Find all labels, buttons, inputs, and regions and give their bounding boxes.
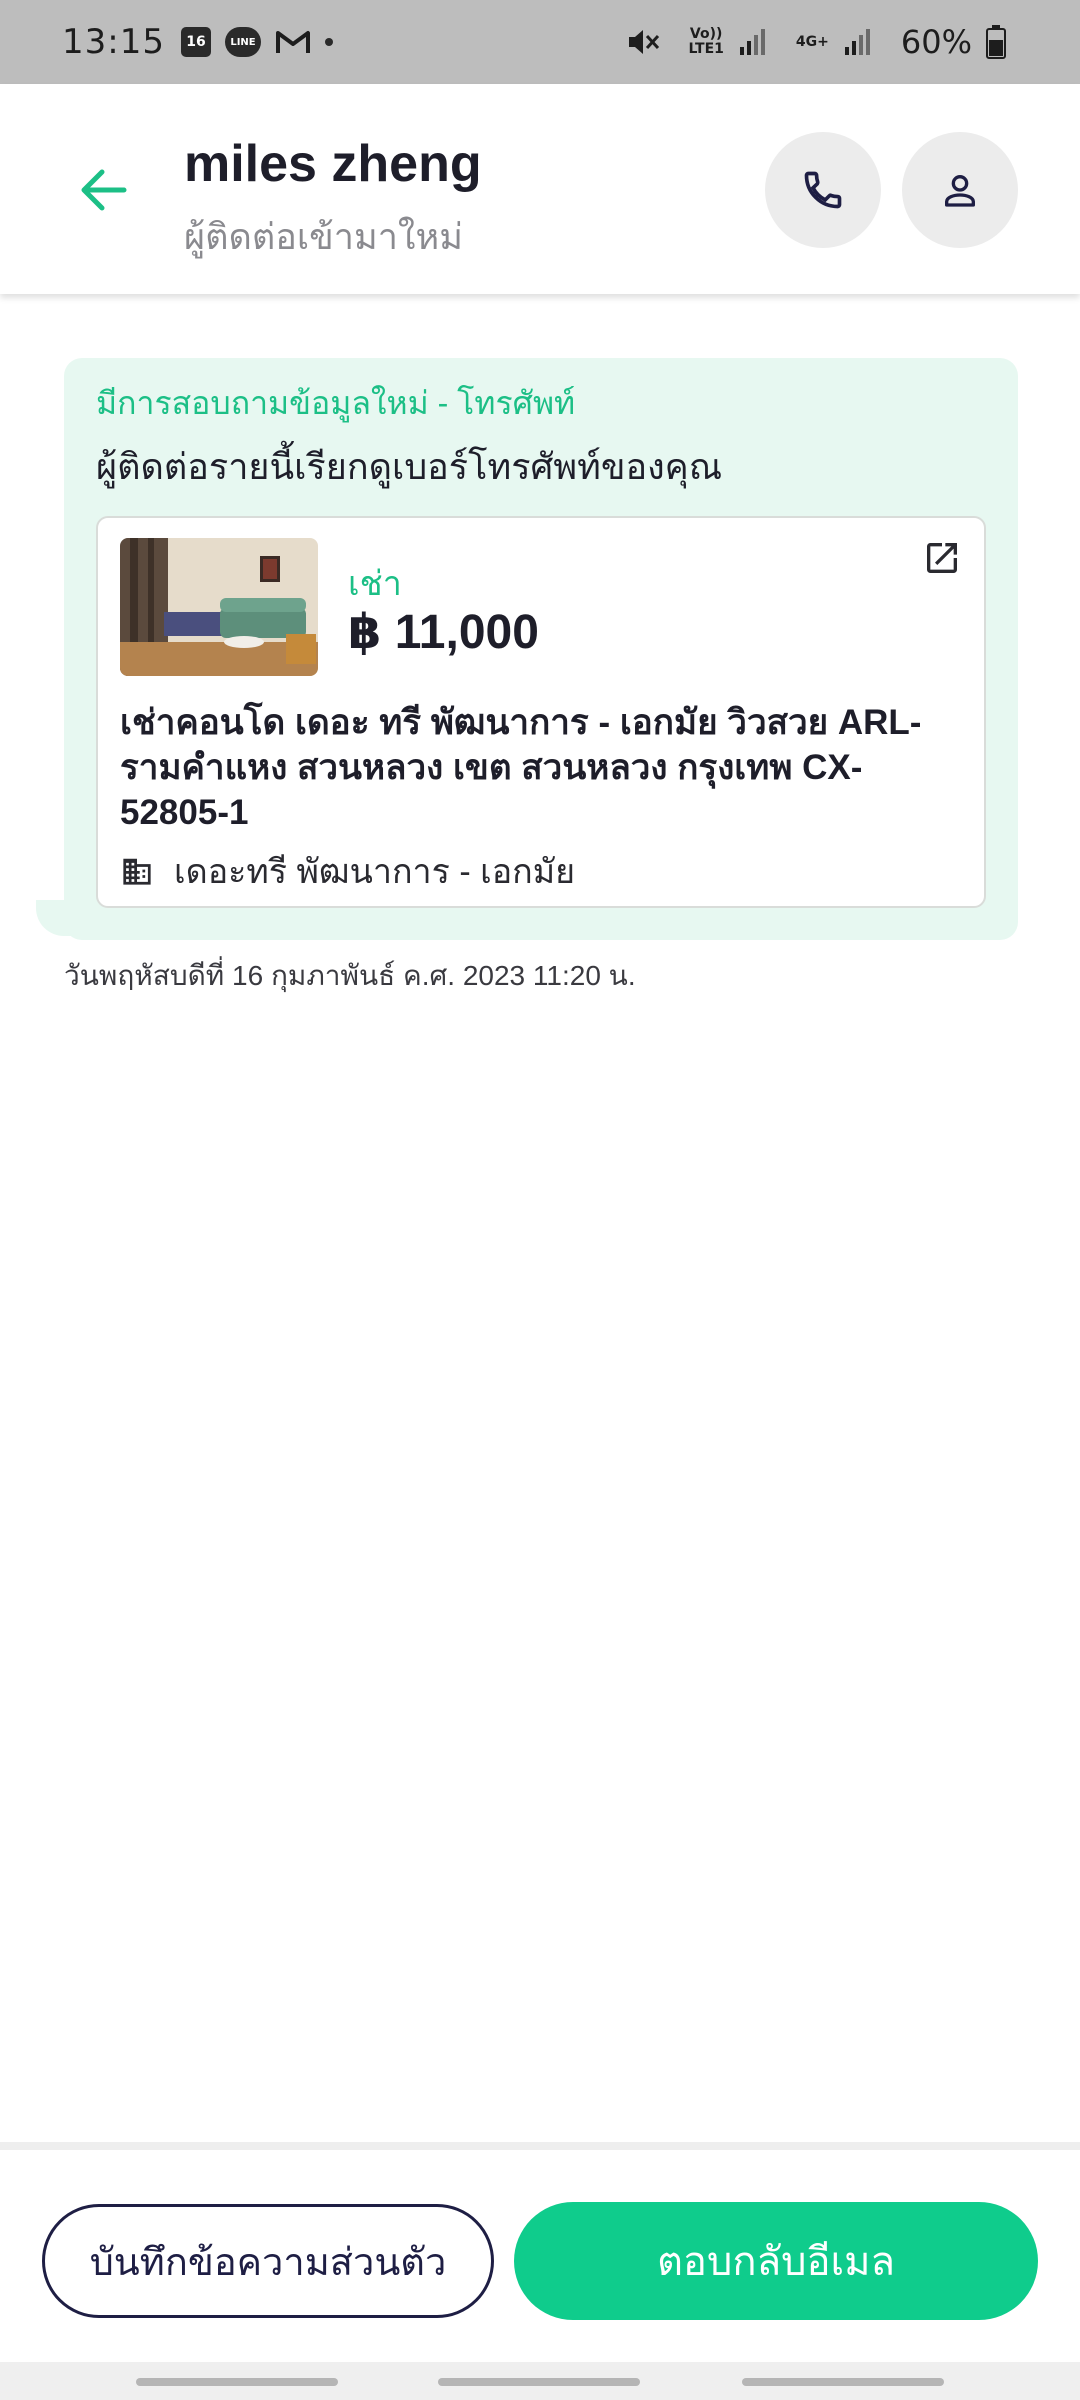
project-name: เดอะทรี พัฒนาการ - เอกมัย: [174, 853, 576, 891]
signal-icon: [738, 25, 768, 59]
listing-type: เช่า: [348, 565, 402, 603]
contact-status: ผู้ติดต่อเข้ามาใหม่: [184, 216, 463, 257]
project-row: เดอะทรี พัฒนาการ - เอกมัย: [120, 844, 575, 898]
open-listing-button[interactable]: [918, 534, 966, 582]
volte-label: Vo)) LTE1: [688, 26, 724, 57]
mute-icon: [626, 25, 660, 59]
nav-recents-pill[interactable]: [136, 2378, 338, 2386]
person-icon: [945, 175, 975, 207]
message-text: ผู้ติดต่อรายนี้เรียกดูเบอร์โทรศัพท์ของคุ…: [96, 446, 723, 487]
message-title: มีการสอบถามข้อมูลใหม่ - โทรศัพท์: [96, 385, 576, 421]
contact-name: miles zheng: [184, 135, 482, 193]
status-bar: 13:15 16 LINE Vo)) LTE1 4G+ 60%: [0, 0, 1080, 84]
phone-icon: [804, 171, 842, 209]
call-button[interactable]: [765, 132, 881, 248]
message-bubble: มีการสอบถามข้อมูลใหม่ - โทรศัพท์ ผู้ติดต…: [64, 358, 1018, 940]
open-external-icon: [927, 543, 957, 573]
battery-percent: 60%: [900, 23, 972, 61]
notification-dot-icon: [324, 25, 333, 59]
action-footer: บันทึกข้อความส่วนตัว ตอบกลับอีเมล: [0, 2142, 1080, 2362]
nav-home-pill[interactable]: [438, 2378, 640, 2386]
profile-button[interactable]: [902, 132, 1018, 248]
calendar-icon: 16: [180, 27, 211, 57]
app-screen: 13:15 16 LINE Vo)) LTE1 4G+ 60% miles zh…: [0, 0, 1080, 2400]
listing-title: เช่าคอนโด เดอะ ทรี พัฒนาการ - เอกมัย วิว…: [120, 703, 922, 832]
status-time: 13:15: [62, 22, 165, 62]
building-icon: [123, 858, 151, 885]
line-app-icon: LINE: [224, 27, 261, 57]
nav-back-pill[interactable]: [742, 2378, 944, 2386]
signal-2-icon: [843, 25, 873, 59]
system-nav-bar: [0, 2362, 1080, 2400]
battery-icon: [986, 25, 1006, 59]
listing-card[interactable]: เช่า ฿ 11,000 เช่าคอนโด เดอะ ทรี พัฒนากา…: [96, 516, 986, 908]
back-button[interactable]: [72, 158, 136, 222]
reply-email-button[interactable]: ตอบกลับอีเมล: [514, 2202, 1038, 2320]
app-header: miles zheng ผู้ติดต่อเข้ามาใหม่: [0, 84, 1080, 294]
network-type-label: 4G+: [795, 33, 829, 50]
gmail-icon: [275, 25, 311, 59]
private-note-button[interactable]: บันทึกข้อความส่วนตัว: [42, 2204, 494, 2318]
arrow-left-icon: [81, 169, 127, 211]
listing-thumbnail: [120, 538, 318, 676]
message-timestamp: วันพฤหัสบดีที่ 16 กุมภาพันธ์ ค.ศ. 2023 1…: [64, 960, 636, 991]
status-right-group: Vo)) LTE1 4G+ 60%: [626, 23, 1020, 61]
listing-price: ฿ 11,000: [348, 606, 539, 659]
